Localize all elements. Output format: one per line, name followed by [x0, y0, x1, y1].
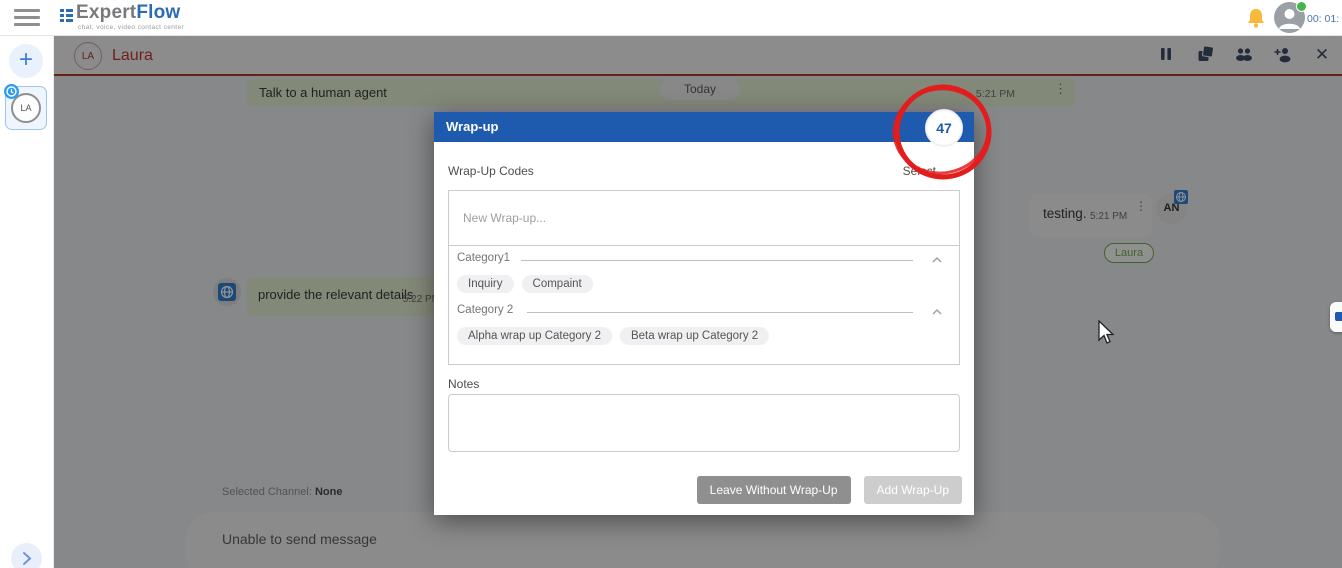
chevron-up-icon[interactable] — [931, 304, 943, 314]
chip-row: Inquiry Compaint — [449, 270, 959, 298]
hamburger-menu-icon[interactable] — [14, 9, 40, 27]
category-header: Category1 — [449, 246, 959, 270]
conversation-sidebar: + LA — [0, 36, 54, 568]
notes-textarea[interactable] — [448, 394, 960, 452]
category-name: Category 2 — [457, 304, 513, 316]
dialog-actions: Leave Without Wrap-Up Add Wrap-Up — [697, 476, 962, 504]
divider — [527, 312, 913, 313]
chevron-right-icon — [11, 561, 42, 568]
wrapup-codes-box: Category1 Inquiry Compaint Category 2 Al… — [448, 190, 960, 365]
wrapup-chip[interactable]: Beta wrap up Category 2 — [620, 327, 769, 345]
chip-row: Alpha wrap up Category 2 Beta wrap up Ca… — [449, 322, 959, 350]
notification-bell-icon[interactable] — [1246, 7, 1266, 29]
status-dot — [1296, 1, 1307, 12]
panel-tab-icon — [1335, 312, 1342, 321]
brand-name: ExpertFlow — [76, 2, 180, 24]
new-wrapup-input[interactable] — [449, 191, 959, 246]
top-bar: ExpertFlow chat, voice, video contact ce… — [0, 0, 1342, 36]
divider — [521, 260, 913, 261]
category-header: Category 2 — [449, 298, 959, 322]
category-name: Category1 — [457, 252, 510, 264]
wrapup-countdown-timer: 47 — [925, 109, 963, 147]
wrapup-chip[interactable]: Inquiry — [457, 275, 514, 293]
clock-badge-icon — [4, 84, 19, 99]
wrapup-chip[interactable]: Alpha wrap up Category 2 — [457, 327, 612, 345]
select-all-link[interactable]: Select — [903, 164, 936, 178]
wrapup-chip[interactable]: Compaint — [522, 275, 593, 293]
brand-tagline: chat, voice, video contact center — [78, 24, 184, 31]
add-wrapup-button[interactable]: Add Wrap-Up — [864, 476, 962, 504]
notes-label: Notes — [448, 377, 479, 391]
wrapup-dialog-header: Wrap-up — [434, 112, 974, 142]
collapsed-panel-tab[interactable] — [1330, 302, 1342, 332]
dialog-title: Wrap-up — [446, 119, 498, 134]
sidebar-session-chip[interactable]: LA — [5, 86, 47, 130]
app-screen: ExpertFlow chat, voice, video contact ce… — [0, 0, 1342, 568]
add-icon: + — [19, 46, 33, 73]
logo-grid-icon — [60, 9, 73, 22]
expand-panel-button[interactable] — [11, 543, 42, 568]
session-timer: 00: 01: 49 — [1307, 13, 1342, 25]
wrapup-codes-label: Wrap-Up Codes — [448, 164, 534, 178]
chevron-up-icon[interactable] — [931, 252, 943, 262]
leave-without-wrapup-button[interactable]: Leave Without Wrap-Up — [697, 476, 851, 504]
new-chat-button[interactable]: + — [9, 44, 43, 78]
wrapup-dialog: Wrap-up 47 Wrap-Up Codes Select Category… — [434, 112, 974, 515]
